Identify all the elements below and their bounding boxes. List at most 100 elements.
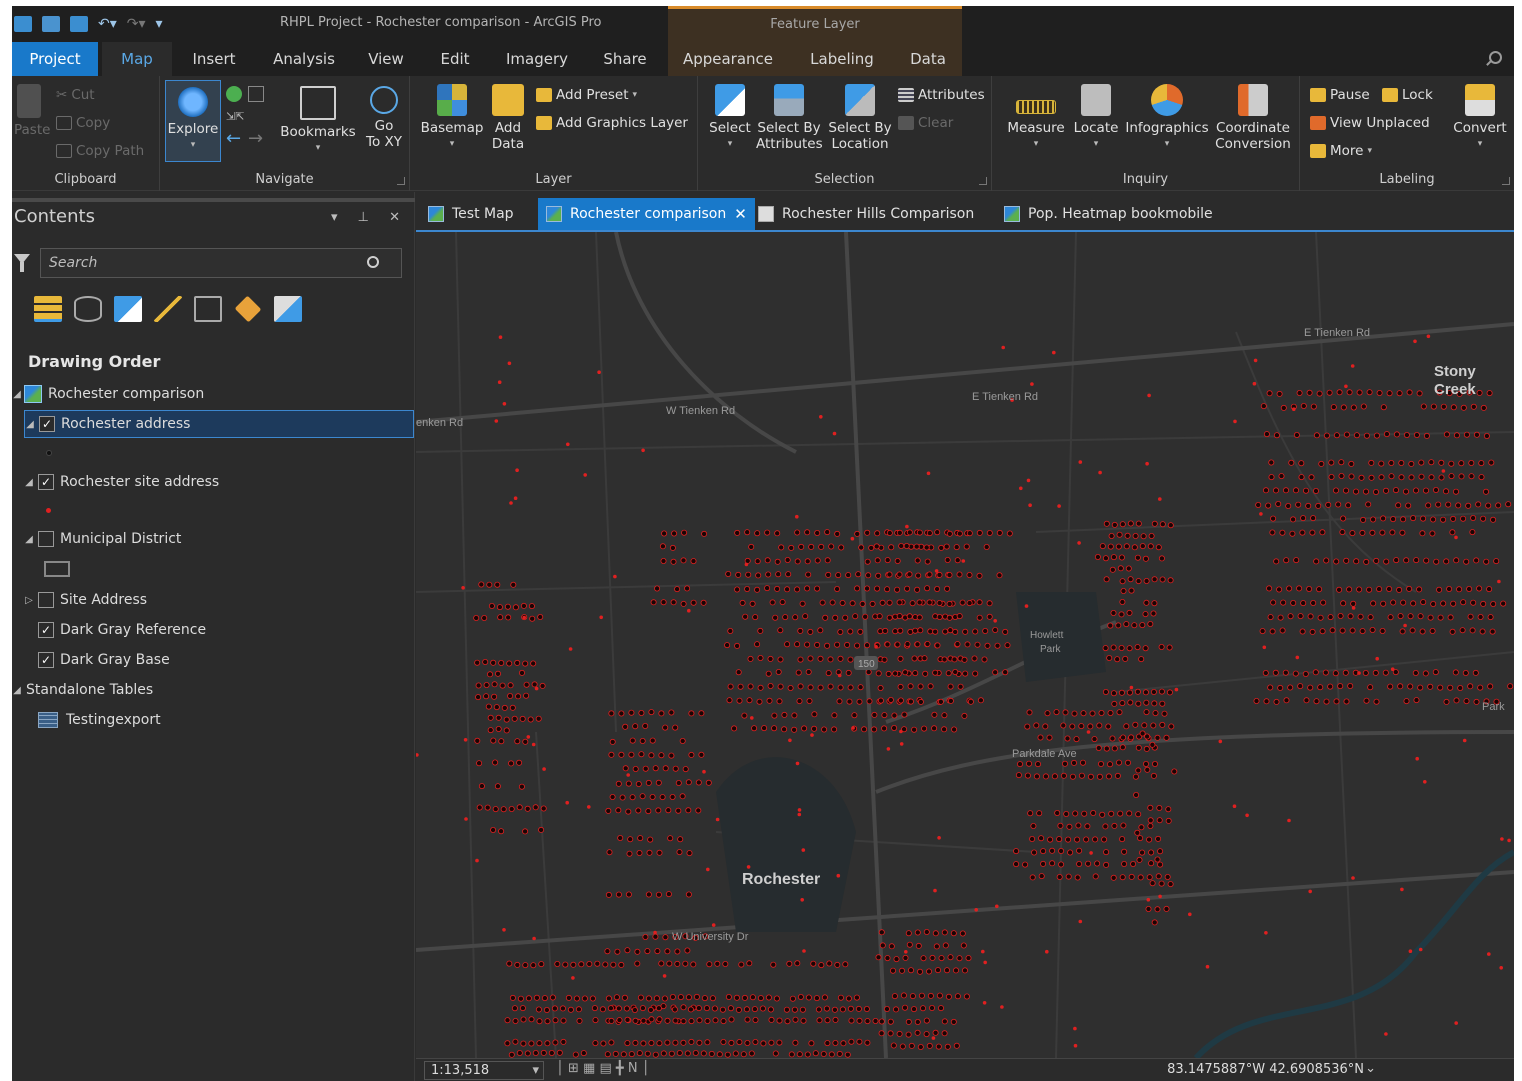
- full-extent-icon[interactable]: [226, 86, 242, 102]
- point-symbol-icon[interactable]: [46, 450, 52, 456]
- tab-view[interactable]: View: [362, 42, 410, 76]
- previous-extent-icon[interactable]: ←: [226, 130, 241, 148]
- add-data-button[interactable]: Add Data: [490, 84, 526, 152]
- add-graphics-layer-button[interactable]: Add Graphics Layer: [536, 115, 688, 131]
- collapse-icon[interactable]: ◢: [24, 534, 34, 545]
- filter-icon[interactable]: [14, 254, 30, 272]
- list-by-selection-icon[interactable]: [114, 296, 142, 322]
- map-canvas[interactable]: E Tienken Rd E Tienken Rd W Tienken Rd e…: [416, 232, 1514, 1058]
- next-extent-icon[interactable]: →: [248, 130, 263, 148]
- collapse-icon[interactable]: ◢: [25, 419, 35, 430]
- visibility-checkbox[interactable]: ✓: [38, 474, 54, 490]
- command-search-icon[interactable]: [1489, 51, 1502, 64]
- save-project-icon[interactable]: [70, 16, 88, 32]
- polygon-symbol-icon[interactable]: [44, 561, 70, 577]
- convert-labels-button[interactable]: Convert ▾: [1452, 84, 1508, 152]
- north-arrow-icon[interactable]: N: [628, 1061, 638, 1076]
- copy-button[interactable]: Copy: [56, 115, 110, 131]
- coordinate-format-chevron-icon[interactable]: ⌄: [1365, 1061, 1376, 1076]
- cut-button[interactable]: ✂ Cut: [56, 87, 95, 103]
- tab-share[interactable]: Share: [596, 42, 654, 76]
- list-by-source-icon[interactable]: [74, 296, 102, 322]
- visibility-checkbox[interactable]: ✓: [39, 416, 55, 432]
- measure-button[interactable]: Measure ▾: [1006, 84, 1066, 152]
- tab-data[interactable]: Data: [900, 42, 956, 76]
- close-tab-icon[interactable]: ✕: [734, 205, 747, 223]
- zoom-in-out-icon[interactable]: ⇲⇱: [226, 110, 244, 123]
- coordinate-conversion-button[interactable]: Coordinate Conversion: [1214, 84, 1292, 152]
- infographics-button[interactable]: Infographics ▾: [1124, 84, 1210, 152]
- undo-icon[interactable]: ↶▾: [98, 16, 117, 32]
- tree-item-standalone-tables[interactable]: ◢ Standalone Tables: [12, 676, 412, 704]
- new-project-icon[interactable]: [14, 16, 32, 32]
- basemap-button[interactable]: Basemap ▾: [420, 84, 484, 152]
- open-project-icon[interactable]: [42, 16, 60, 32]
- point-symbol-icon[interactable]: [46, 508, 51, 513]
- snapping-icon[interactable]: ⊞: [568, 1061, 579, 1076]
- collapse-icon[interactable]: ◢: [12, 685, 22, 696]
- map-tab-test-map[interactable]: Test Map: [420, 198, 522, 230]
- explore-button[interactable]: Explore ▾: [165, 80, 221, 162]
- tab-labeling[interactable]: Labeling: [802, 42, 882, 76]
- crosshair-icon[interactable]: ╋: [616, 1061, 624, 1076]
- tree-item-map[interactable]: ◢ Rochester comparison: [12, 380, 412, 408]
- tree-item-municipal-district[interactable]: ◢ Municipal District: [24, 525, 414, 553]
- tab-project[interactable]: Project: [12, 42, 98, 76]
- tab-analysis[interactable]: Analysis: [264, 42, 344, 76]
- visibility-checkbox[interactable]: ✓: [38, 622, 54, 638]
- go-to-xy-button[interactable]: Go To XY: [364, 86, 404, 150]
- search-icon[interactable]: [367, 256, 379, 268]
- paste-button[interactable]: Paste: [14, 84, 50, 138]
- collapse-icon[interactable]: ◢: [12, 389, 22, 400]
- map-tab-rochester-hills-comparison[interactable]: Rochester Hills Comparison: [750, 198, 982, 230]
- collapse-icon[interactable]: ◢: [24, 477, 34, 488]
- tree-item-site-address[interactable]: ▷ Site Address: [24, 586, 414, 614]
- clear-selection-button[interactable]: Clear: [898, 115, 953, 131]
- visibility-checkbox[interactable]: ✓: [38, 652, 54, 668]
- tab-map[interactable]: Map: [102, 42, 172, 76]
- grid-icon[interactable]: ▦: [583, 1061, 595, 1076]
- copy-path-button[interactable]: Copy Path: [56, 143, 144, 159]
- tab-insert[interactable]: Insert: [182, 42, 246, 76]
- map-tab-pop-heatmap-bookmobile[interactable]: Pop. Heatmap bookmobile: [996, 198, 1221, 230]
- tab-edit[interactable]: Edit: [432, 42, 478, 76]
- table-icon[interactable]: ▤: [599, 1061, 611, 1076]
- view-unplaced-button[interactable]: View Unplaced: [1310, 115, 1430, 131]
- tab-imagery[interactable]: Imagery: [498, 42, 576, 76]
- contents-search-input[interactable]: Search: [40, 248, 402, 278]
- list-by-labeling-icon[interactable]: [234, 295, 262, 323]
- tab-appearance[interactable]: Appearance: [676, 42, 780, 76]
- navigation-tools[interactable]: ⇲⇱ ← →: [226, 86, 270, 148]
- list-by-editing-icon[interactable]: [154, 296, 182, 322]
- bookmarks-button[interactable]: Bookmarks ▾: [280, 86, 356, 156]
- scale-dropdown[interactable]: 1:13,518: [424, 1061, 544, 1080]
- customize-qat-icon[interactable]: ▾: [156, 16, 163, 32]
- tree-item-dark-gray-base[interactable]: ✓ Dark Gray Base: [24, 646, 414, 674]
- list-by-drawing-order-icon[interactable]: [34, 296, 62, 322]
- tree-item-rochester-site-address[interactable]: ◢ ✓ Rochester site address: [24, 468, 414, 496]
- add-preset-button[interactable]: Add Preset ▾: [536, 87, 637, 103]
- attributes-button[interactable]: Attributes: [898, 87, 985, 103]
- list-by-perspective-icon[interactable]: [274, 296, 302, 322]
- tree-item-testingexport[interactable]: Testingexport: [38, 706, 412, 734]
- select-button[interactable]: Select ▾: [708, 84, 752, 152]
- redo-icon[interactable]: ↷▾: [127, 16, 146, 32]
- select-by-attributes-button[interactable]: Select By Attributes: [756, 84, 823, 152]
- tree-item-rochester-address[interactable]: ◢ ✓ Rochester address: [24, 410, 414, 438]
- map-tab-rochester-comparison[interactable]: Rochester comparison ✕: [538, 198, 755, 230]
- zoom-fixed-icon[interactable]: [248, 86, 264, 102]
- locate-button[interactable]: Locate ▾: [1072, 84, 1120, 152]
- visibility-checkbox[interactable]: [38, 531, 54, 547]
- more-labeling-button[interactable]: More ▾: [1310, 143, 1372, 159]
- visibility-checkbox[interactable]: [38, 592, 54, 608]
- lock-labels-button[interactable]: Lock: [1382, 87, 1433, 103]
- select-by-location-button[interactable]: Select By Location: [828, 84, 892, 152]
- tree-item-dark-gray-reference[interactable]: ✓ Dark Gray Reference: [24, 616, 414, 644]
- selection-launcher-icon[interactable]: [979, 177, 987, 185]
- pane-controls[interactable]: ▾ ⊥ ✕: [331, 210, 408, 225]
- expand-icon[interactable]: ▷: [24, 595, 34, 606]
- pause-labeling-button[interactable]: Pause: [1310, 87, 1370, 103]
- labeling-launcher-icon[interactable]: [1502, 177, 1510, 185]
- list-by-snapping-icon[interactable]: [194, 296, 222, 322]
- navigate-launcher-icon[interactable]: [397, 177, 405, 185]
